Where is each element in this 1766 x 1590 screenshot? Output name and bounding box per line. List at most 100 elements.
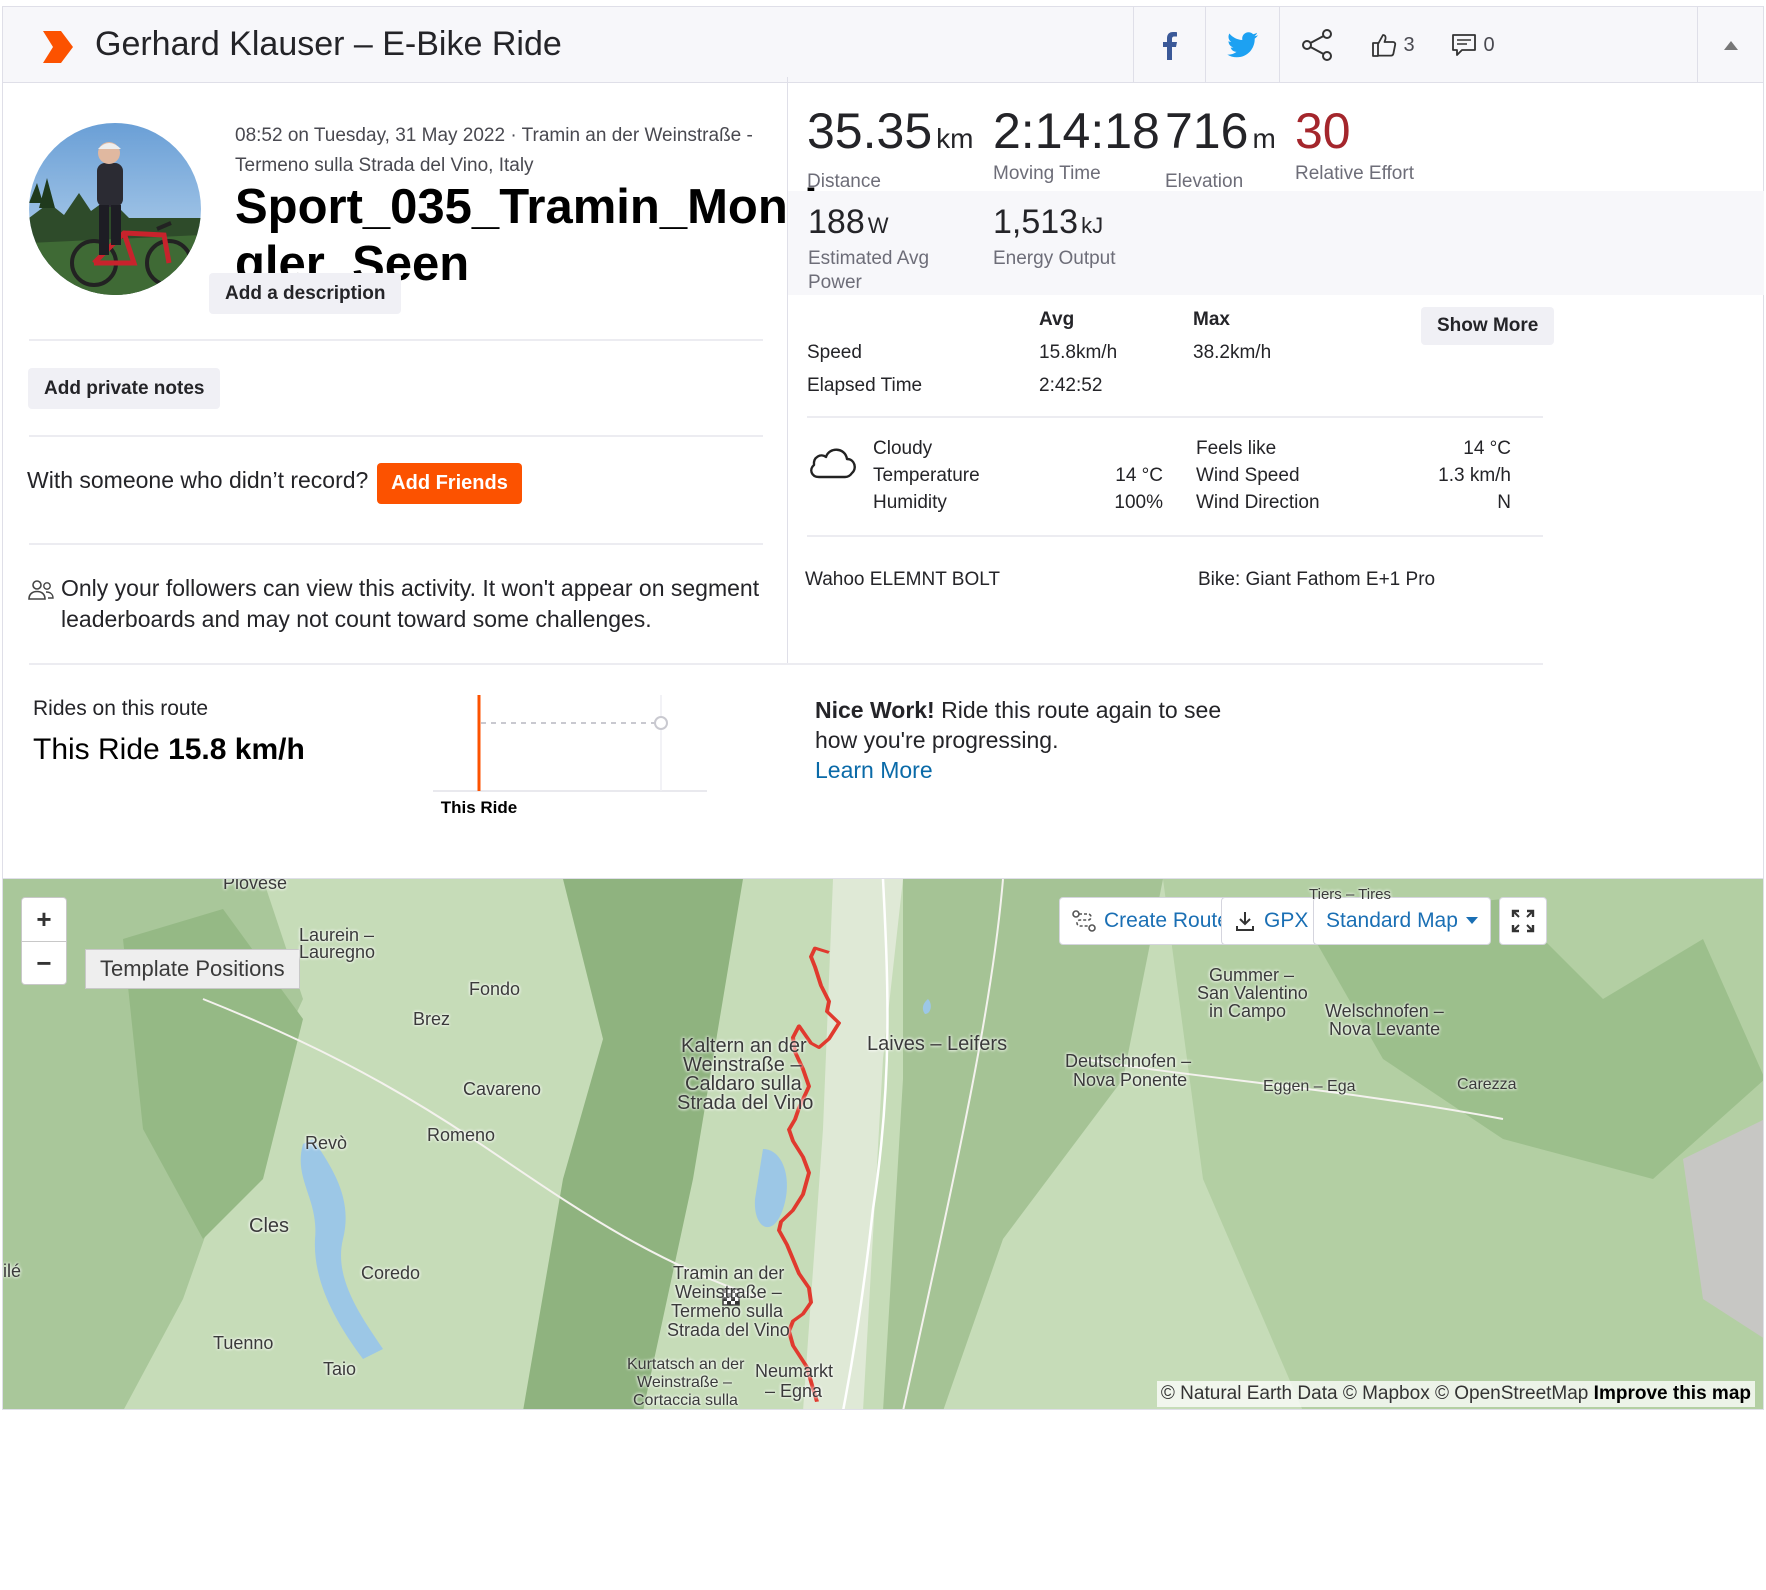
weather-condition: Cloudy [873,438,933,459]
max-header: Max [1193,309,1230,330]
humidity-value: 100% [1114,492,1163,513]
map-label-tramin-1: Tramin an der [673,1263,785,1283]
map-label-cles: Cles [249,1215,290,1237]
attribution-text[interactable]: © Natural Earth Data © Mapbox © OpenStre… [1161,1383,1588,1404]
moving-time-label: Moving Time [993,163,1101,184]
energy-unit: kJ [1081,213,1104,238]
caret-down-icon [1465,917,1478,924]
map-label-tuenno: Tuenno [213,1333,274,1353]
learn-more-link[interactable]: Learn More [815,755,1235,785]
template-positions-button[interactable]: Template Positions [85,949,300,989]
speed-label: Speed [807,342,862,363]
download-icon [1236,912,1254,931]
create-route-button[interactable]: Create Route [1059,897,1242,945]
kudos-button[interactable]: 3 [1353,7,1433,83]
strava-chevron-icon [43,31,73,63]
stat-power: 188 W Estimated Avg Power [808,203,929,295]
gpx-download-button[interactable]: GPX [1221,897,1322,945]
map-label-ile: ilé [3,1261,22,1281]
page-title: Gerhard Klauser – E-Bike Ride [95,25,562,63]
stat-moving-time: 2:14:18 Moving Time [993,103,1160,185]
avatar-photo [29,123,201,295]
this-ride-speed: This Ride 15.8 km/h [33,733,305,767]
relative-effort-value: 30 [1295,103,1351,159]
trend-point [654,716,668,730]
zoom-control: + − [21,897,67,985]
activity-map[interactable]: + − Template Positions Create Route GPX … [2,878,1764,1410]
zoom-out-button[interactable]: − [22,941,66,984]
distance-value: 35.35 [807,103,933,159]
bike-name: Bike: Giant Fathom E+1 Pro [1198,569,1436,590]
map-label-fondo: Fondo [469,979,521,999]
elevation-label: Elevation [1165,171,1244,192]
divider [807,535,1543,537]
temperature-value: 14 °C [1115,465,1163,486]
divider [29,339,763,341]
elapsed-time-label: Elapsed Time [807,375,923,396]
power-value: 188 [808,203,865,241]
fullscreen-button[interactable] [1499,897,1547,945]
cloudy-icon [810,448,856,479]
create-route-label: Create Route [1104,909,1229,932]
map-label-tramin-3: Termeno sulla [671,1301,784,1321]
stat-energy: 1,513 kJ Energy Output [993,203,1116,271]
athlete-avatar[interactable] [29,123,201,295]
thumbs-up-icon [1372,34,1397,57]
comments-button[interactable]: 0 [1433,7,1513,83]
avg-header: Avg [1039,309,1075,330]
map-label-deutschnofen-1: Deutschnofen – [1065,1051,1192,1071]
activity-card: Gerhard Klauser – E-Bike Ride 3 0 08:52 … [2,6,1764,954]
map-label-gummer-2: San Valentino [1197,983,1308,1003]
divider [807,416,1543,418]
chart-this-ride-label: This Ride [441,798,518,817]
wind-direction-label: Wind Direction [1196,492,1320,513]
activity-meta: 08:52 on Tuesday, 31 May 2022 · Tramin a… [235,125,753,176]
speed-max: 38.2km/h [1193,342,1272,363]
caret-up-icon [1723,41,1738,50]
share-button[interactable] [1279,7,1353,83]
zoom-in-button[interactable]: + [22,898,66,941]
map-label-taio: Taio [323,1359,357,1379]
add-private-notes-button[interactable]: Add private notes [28,368,221,409]
moving-time-value: 2:14:18 [993,103,1160,159]
elapsed-time-value: 2:42:52 [1039,375,1103,396]
wind-direction-value: N [1497,492,1511,513]
route-speed-chart: This Ride [433,695,707,817]
gpx-label: GPX [1264,909,1309,932]
nice-work-title: Nice Work! [815,697,935,723]
map-label-kurtatsch-1: Kurtatsch an der [627,1356,745,1373]
twitter-share-button[interactable] [1205,7,1279,83]
stat-relative-effort[interactable]: 30 Relative Effort [1295,103,1414,185]
map-label-welschnofen-1: Welschnofen – [1325,1001,1444,1021]
map-label-neumarkt-1: Neumarkt [755,1361,834,1381]
feels-like-value: 14 °C [1463,438,1511,459]
facebook-share-button[interactable] [1133,7,1205,83]
facebook-icon [1162,32,1177,60]
secondary-stats: 188 W Estimated Avg Power 1,513 kJ Energy … [788,191,1764,295]
energy-label: Energy Output [993,248,1116,269]
collapse-button[interactable] [1697,7,1763,83]
power-label-2: Power [808,272,862,293]
divider [29,543,763,545]
stat-distance: 35.35 km Distance [807,103,973,193]
route-icon [1072,910,1096,932]
nice-work-message: Nice Work! Ride this route again to see … [815,695,1235,785]
this-ride-speed-value: 15.8 km/h [168,733,305,766]
improve-map-link[interactable]: Improve this map [1594,1383,1751,1404]
with-someone-text: With someone who didn’t record? [27,467,369,493]
followers-icon [28,580,54,600]
map-label-revo: Revò [305,1133,348,1153]
privacy-notice: Only your followers can view this activi… [27,573,857,635]
map-label-cavareno: Cavareno [463,1079,542,1099]
relative-effort-label: Relative Effort [1295,163,1414,184]
elevation-value: 716 [1165,103,1249,159]
distance-unit: km [936,123,974,154]
map-label-gummer-3: in Campo [1209,1001,1287,1021]
add-description-button[interactable]: Add a description [209,273,402,314]
show-more-button[interactable]: Show More [1421,307,1555,345]
comment-icon [1452,34,1477,56]
temperature-label: Temperature [873,465,980,486]
map-label-welschnofen-2: Nova Levante [1329,1019,1441,1039]
add-friends-button[interactable]: Add Friends [377,463,522,504]
stat-elevation: 716 m Elevation [1165,103,1276,193]
